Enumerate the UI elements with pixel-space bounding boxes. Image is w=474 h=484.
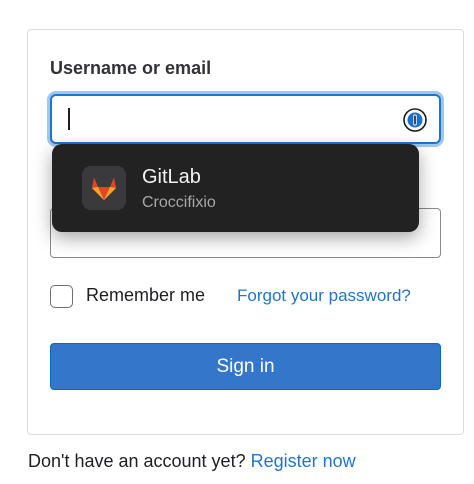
remember-me-checkbox[interactable] — [50, 285, 73, 308]
register-link[interactable]: Register now — [251, 451, 356, 471]
text-caret — [68, 108, 70, 130]
username-input[interactable] — [50, 94, 441, 144]
gitlab-tanuki-icon — [82, 166, 126, 210]
login-page: Username or email GitLab Croccifixio Rem… — [0, 0, 474, 484]
username-label: Username or email — [50, 58, 212, 78]
autofill-app-name: GitLab — [142, 166, 201, 188]
register-prompt: Don't have an account yet? — [28, 451, 251, 471]
remember-me-label[interactable]: Remember me — [86, 285, 205, 306]
autofill-popup[interactable]: GitLab Croccifixio — [52, 144, 419, 232]
sign-in-button[interactable]: Sign in — [50, 343, 441, 390]
register-row: Don't have an account yet? Register now — [28, 451, 356, 472]
autofill-account: Croccifixio — [142, 194, 216, 211]
password-manager-icon[interactable] — [403, 108, 427, 132]
forgot-password-link[interactable]: Forgot your password? — [237, 286, 411, 306]
